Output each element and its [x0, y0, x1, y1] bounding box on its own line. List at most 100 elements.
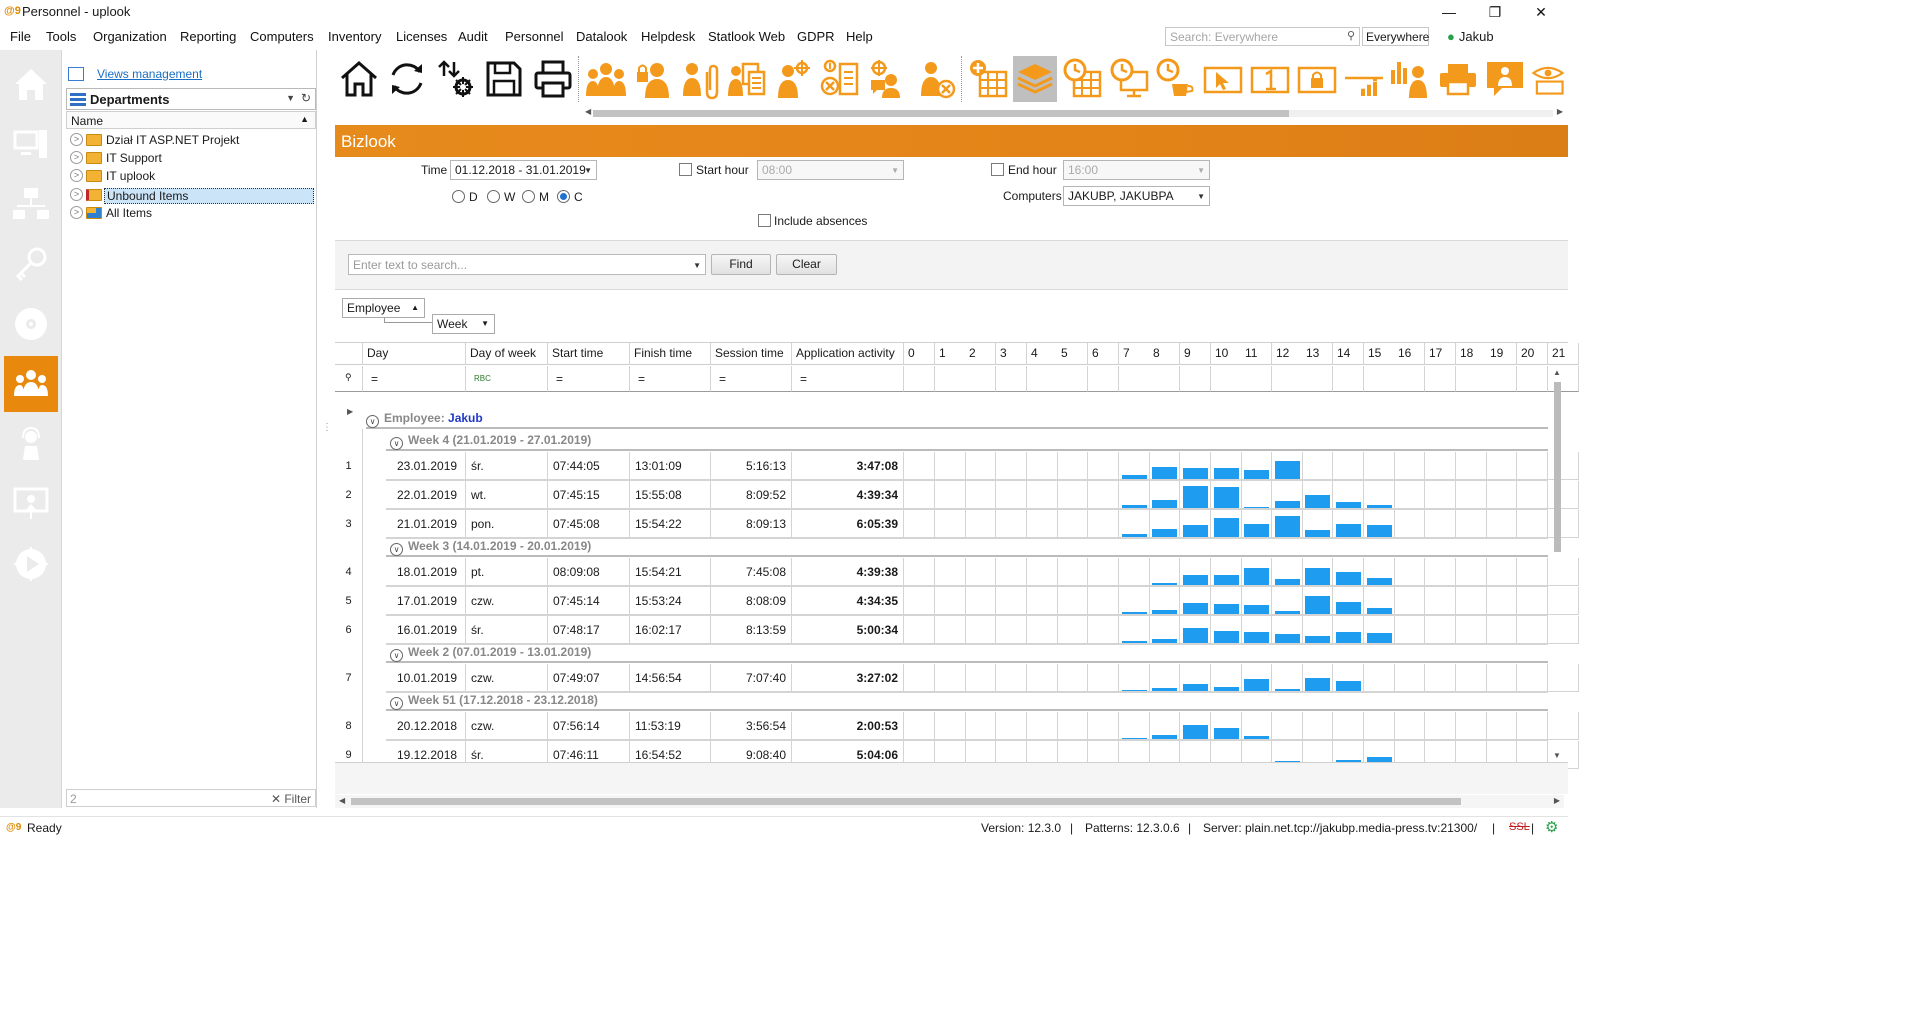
menu-statlook-web[interactable]: Statlook Web	[708, 29, 785, 44]
tree-item[interactable]: > All Items	[66, 204, 316, 222]
grid-horizontal-scrollbar[interactable]: ◀ ▶	[335, 795, 1564, 808]
menu-computers[interactable]: Computers	[250, 29, 314, 44]
toolbar-user-settings-chat-button[interactable]	[866, 56, 910, 102]
column-header-hour[interactable]: 13	[1302, 343, 1333, 365]
filter-cell-hour[interactable]	[1302, 366, 1333, 392]
column-header-day[interactable]: Day	[363, 343, 466, 365]
expand-icon[interactable]: >	[70, 206, 83, 219]
column-header-hour[interactable]: 21	[1548, 343, 1579, 365]
filter-cell-hour[interactable]	[1517, 366, 1548, 392]
menu-organization[interactable]: Organization	[93, 29, 167, 44]
menu-licenses[interactable]: Licenses	[396, 29, 447, 44]
collapse-icon[interactable]: ∨	[390, 543, 403, 556]
column-header-start-time[interactable]: Start time	[548, 343, 630, 365]
grid-search-input[interactable]: Enter text to search... ▼	[348, 254, 706, 275]
filter-row-pin-icon[interactable]: ⚲	[335, 366, 363, 392]
menu-gdpr[interactable]: GDPR	[797, 29, 835, 44]
start-hour-dropdown[interactable]: 08:00 ▼	[757, 160, 904, 180]
toolbar-clock-grid-button[interactable]	[1061, 56, 1105, 102]
column-header-hour[interactable]: 20	[1517, 343, 1548, 365]
toolbar-layers-button[interactable]	[1013, 56, 1057, 102]
column-header-hour[interactable]: 17	[1425, 343, 1456, 365]
period-d-radio[interactable]	[452, 190, 465, 203]
filter-cell-start-time[interactable]: =	[548, 366, 630, 392]
column-header-hour[interactable]: 11	[1241, 343, 1272, 365]
toolbar-refresh-button[interactable]	[385, 56, 429, 102]
toolbar-group-users-button[interactable]	[584, 56, 628, 102]
scroll-thumb[interactable]	[593, 110, 1289, 117]
filter-cell-hour[interactable]	[904, 366, 935, 392]
filter-cell-hour[interactable]	[965, 366, 996, 392]
scroll-up-icon[interactable]: ▲	[1553, 368, 1561, 377]
menu-audit[interactable]: Audit	[458, 29, 488, 44]
toolbar-user-remove-document-button[interactable]	[818, 56, 862, 102]
refresh-icon[interactable]: ↻	[301, 91, 311, 105]
sort-ascending-icon[interactable]: ▲	[300, 114, 309, 124]
filter-cell-hour[interactable]	[1364, 366, 1395, 392]
minimize-button[interactable]: —	[1426, 0, 1472, 24]
group-chip-employee[interactable]: Employee ▲	[342, 298, 425, 318]
find-button[interactable]: Find	[711, 254, 771, 275]
tree-item[interactable]: > IT Support	[66, 149, 316, 167]
toolbar-add-grid-button[interactable]	[967, 56, 1011, 102]
filter-cell-session-time[interactable]: =	[711, 366, 792, 392]
column-header-day-of-week[interactable]: Day of week	[466, 343, 548, 365]
connection-gear-icon[interactable]: ⚙	[1545, 818, 1558, 836]
toolbar-user-documents-button[interactable]	[725, 56, 769, 102]
week-group-row[interactable]: ∨ Week 3 (14.01.2019 - 20.01.2019)	[386, 539, 1548, 557]
chevron-down-icon[interactable]: ▼	[693, 261, 701, 270]
toolbar-chart-rising-button[interactable]	[1342, 56, 1386, 102]
column-header-hour[interactable]: 7	[1119, 343, 1150, 365]
toolbar-import-export-button[interactable]	[433, 56, 477, 102]
employee-group-row[interactable]: ∨ Employee: Jakub	[366, 411, 1548, 429]
group-chip-week[interactable]: Week ▼	[432, 314, 495, 334]
week-group-row[interactable]: ∨ Week 4 (21.01.2019 - 27.01.2019)	[386, 433, 1548, 451]
filter-cell-hour[interactable]	[1241, 366, 1272, 392]
filter-cell-hour[interactable]	[1149, 366, 1180, 392]
filter-button[interactable]: ✕ Filter	[271, 792, 311, 806]
module-helpdesk-button[interactable]	[4, 416, 58, 472]
filter-cell-hour[interactable]	[996, 366, 1027, 392]
tree-filter-input[interactable]: 2 ✕ Filter	[66, 789, 316, 807]
column-header-hour[interactable]: 14	[1333, 343, 1364, 365]
toolbar-lock-button[interactable]	[1295, 56, 1339, 102]
column-header-hour[interactable]: 19	[1486, 343, 1517, 365]
chevron-down-icon[interactable]: ▼	[286, 93, 295, 103]
departments-dropdown[interactable]: Departments ▼ ↻	[66, 88, 316, 110]
menu-file[interactable]: File	[10, 29, 31, 44]
column-header-hour[interactable]: 18	[1456, 343, 1487, 365]
time-range-dropdown[interactable]: 01.12.2018 - 31.01.2019 ▼	[450, 160, 597, 180]
menu-datalook[interactable]: Datalook	[576, 29, 627, 44]
filter-cell-hour[interactable]	[1394, 366, 1425, 392]
global-search-input[interactable]: Search: Everywhere ⚲	[1165, 27, 1360, 46]
filter-cell-application-activity[interactable]: =	[792, 366, 904, 392]
column-header-hour[interactable]: 16	[1394, 343, 1425, 365]
toolbar-printer-button[interactable]	[1436, 56, 1480, 102]
module-computers-button[interactable]	[4, 116, 58, 172]
period-c-radio[interactable]	[557, 190, 570, 203]
tree-item[interactable]: > IT uplook	[66, 167, 316, 185]
column-header-hour[interactable]: 10	[1211, 343, 1242, 365]
collapse-icon[interactable]: ∨	[366, 415, 379, 428]
splitter-handle[interactable]: ⋮	[322, 422, 332, 433]
end-hour-dropdown[interactable]: 16:00 ▼	[1063, 160, 1210, 180]
filter-cell-hour[interactable]	[1272, 366, 1303, 392]
column-header-hour[interactable]: 3	[996, 343, 1027, 365]
filter-cell-hour[interactable]	[1211, 366, 1242, 392]
filter-cell-hour[interactable]	[1456, 366, 1487, 392]
module-home-button[interactable]	[4, 56, 58, 112]
filter-cell-day[interactable]: =	[363, 366, 466, 392]
scroll-right-icon[interactable]: ▶	[1557, 107, 1563, 116]
search-scope-dropdown[interactable]: Everywhere	[1362, 27, 1429, 46]
toolbar-clock-cup-button[interactable]	[1154, 56, 1198, 102]
views-management-link[interactable]: Views management	[97, 67, 202, 81]
filter-cell-hour[interactable]	[1057, 366, 1088, 392]
expand-icon[interactable]: >	[70, 133, 83, 146]
toolbar-number-one-button[interactable]	[1248, 56, 1292, 102]
period-m-radio[interactable]	[522, 190, 535, 203]
toolbar-bar-chart-user-button[interactable]	[1388, 56, 1432, 102]
column-header-hour[interactable]: 2	[965, 343, 996, 365]
week-group-row[interactable]: ∨ Week 2 (07.01.2019 - 13.01.2019)	[386, 645, 1548, 663]
module-inventory-button[interactable]	[4, 296, 58, 352]
module-statlook-web-button[interactable]	[4, 536, 58, 592]
